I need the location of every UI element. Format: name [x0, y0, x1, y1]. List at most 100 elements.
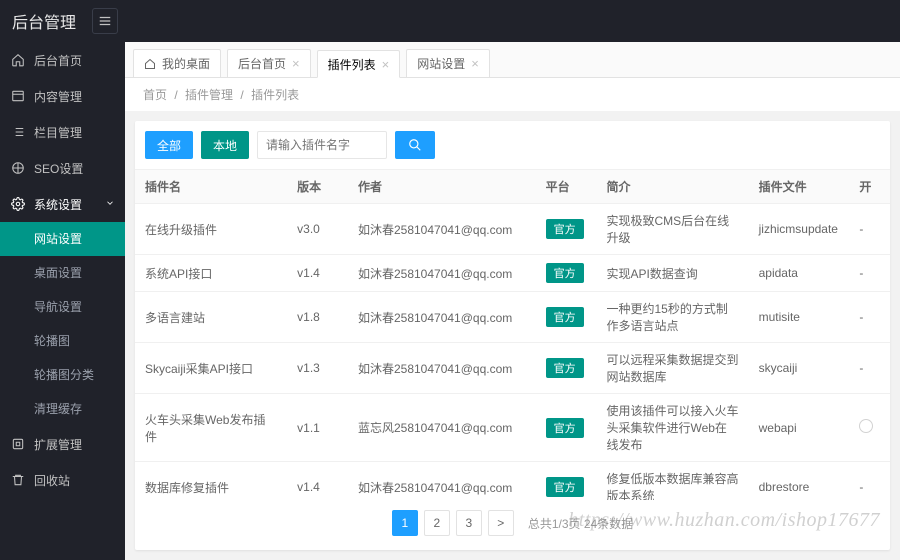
tab-label: 插件列表	[328, 56, 376, 73]
cell-file: skycaiji	[749, 343, 850, 394]
sidebar-subitem[interactable]: 导航设置	[0, 290, 125, 324]
content-panel: 全部 本地 插件名版本作者平台简介插件文件开 在线升级插件v3.0如沐春2581…	[135, 121, 890, 550]
gear-icon	[10, 197, 26, 211]
app-brand: 后台管理	[12, 9, 76, 33]
page-number[interactable]: 1	[392, 510, 418, 536]
sidebar: 后台首页内容管理栏目管理 SEO设置系统设置网站设置桌面设置导航设置轮播图轮播图分…	[0, 42, 125, 560]
sidebar-item-seo[interactable]: SEO设置	[0, 150, 125, 186]
table-row: 数据库修复插件v1.4如沐春2581047041@qq.com官方修复低版本数据…	[135, 462, 890, 501]
cell-author: 如沐春2581047041@qq.com	[348, 204, 536, 255]
sidebar-subitem[interactable]: 清理缓存	[0, 392, 125, 426]
column-header: 平台	[536, 170, 597, 204]
sidebar-item-content[interactable]: 内容管理	[0, 78, 125, 114]
page-next[interactable]: >	[488, 510, 514, 536]
tab[interactable]: 网站设置 ×	[406, 49, 490, 77]
official-badge: 官方	[546, 263, 584, 283]
menu-icon	[98, 14, 112, 28]
cell-name: 多语言建站	[135, 292, 287, 343]
cell-version: v1.4	[287, 255, 348, 292]
table-row: 在线升级插件v3.0如沐春2581047041@qq.com官方实现极致CMS后…	[135, 204, 890, 255]
plugin-search-input[interactable]	[257, 131, 387, 159]
pager-info: 总共1/3页 24条数据	[528, 515, 633, 532]
cell-intro: 修复低版本数据库兼容高版本系统	[596, 462, 748, 501]
main-area: 我的桌面后台首页×插件列表×网站设置× 首页 / 插件管理 / 插件列表 全部 …	[125, 42, 900, 560]
cell-file: apidata	[749, 255, 850, 292]
search-icon	[408, 138, 422, 152]
table-row: 多语言建站v1.8如沐春2581047041@qq.com 官方一种更约15秒的方…	[135, 292, 890, 343]
page-number[interactable]: 2	[424, 510, 450, 536]
tab-close-icon[interactable]: ×	[292, 56, 300, 71]
tab[interactable]: 后台首页 ×	[227, 49, 311, 77]
cell-name: 在线升级插件	[135, 204, 287, 255]
cell-author: 蓝忘风2581047041@qq.com	[348, 394, 536, 462]
top-header: 后台管理	[0, 0, 900, 42]
cell-author: 如沐春2581047041@qq.com	[348, 462, 536, 501]
home-icon	[144, 58, 156, 70]
cell-version: v1.1	[287, 394, 348, 462]
open-dash: -	[859, 266, 863, 280]
chevron-down-icon	[105, 197, 115, 211]
sidebar-item-label: 栏目管理	[34, 124, 82, 141]
sidebar-subitem[interactable]: 桌面设置	[0, 256, 125, 290]
cell-open: -	[849, 204, 890, 255]
sidebar-item-label: 扩展管理	[34, 436, 82, 453]
sidebar-item-bin[interactable]: 回收站	[0, 462, 125, 498]
sidebar-subitem[interactable]: 轮播图分类	[0, 358, 125, 392]
search-button[interactable]	[395, 131, 435, 159]
sidebar-item-ext[interactable]: 扩展管理	[0, 426, 125, 462]
cell-version: v1.3	[287, 343, 348, 394]
sidebar-item-label: 系统设置	[34, 196, 82, 213]
open-dash: -	[859, 480, 863, 494]
sidebar-subitem[interactable]: 轮播图	[0, 324, 125, 358]
sidebar-item-label: 内容管理	[34, 88, 82, 105]
column-header: 简介	[596, 170, 748, 204]
cell-intro: 使用该插件可以接入火车头采集软件进行Web在线发布	[596, 394, 748, 462]
pagination: 123> 总共1/3页 24条数据	[135, 500, 890, 550]
list-icon	[10, 125, 26, 139]
cell-author: 如沐春2581047041@qq.com	[348, 292, 536, 343]
cell-open: -	[849, 255, 890, 292]
sidebar-item-list[interactable]: 栏目管理	[0, 114, 125, 150]
official-badge: 官方	[546, 307, 584, 327]
cell-version: v1.8	[287, 292, 348, 343]
tab-label: 网站设置	[417, 55, 465, 72]
tab-label: 后台首页	[238, 55, 286, 72]
column-header: 插件名	[135, 170, 287, 204]
open-dash: -	[859, 361, 863, 375]
tab-bar: 我的桌面后台首页 × 插件列表 × 网站设置 ×	[125, 42, 900, 78]
filter-local-button[interactable]: 本地	[201, 131, 249, 159]
home-icon	[10, 53, 26, 67]
cell-open: -	[849, 343, 890, 394]
crumb-part: 插件列表	[251, 88, 299, 102]
cell-platform: 官方	[536, 394, 597, 462]
tab-close-icon[interactable]: ×	[382, 57, 390, 72]
sidebar-toggle-button[interactable]	[92, 8, 118, 34]
cell-author: 如沐春2581047041@qq.com	[348, 255, 536, 292]
tab[interactable]: 插件列表 ×	[317, 50, 401, 78]
open-radio[interactable]	[859, 419, 873, 433]
filter-all-button[interactable]: 全部	[145, 131, 193, 159]
toolbar: 全部 本地	[135, 121, 890, 169]
column-header: 版本	[287, 170, 348, 204]
ext-icon	[10, 437, 26, 451]
page-number[interactable]: 3	[456, 510, 482, 536]
column-header: 插件文件	[749, 170, 850, 204]
open-dash: -	[859, 310, 863, 324]
sidebar-item-gear[interactable]: 系统设置	[0, 186, 125, 222]
sidebar-subitem[interactable]: 网站设置	[0, 222, 125, 256]
column-header: 作者	[348, 170, 536, 204]
cell-platform: 官方	[536, 255, 597, 292]
cell-file: mutisite	[749, 292, 850, 343]
official-badge: 官方	[546, 219, 584, 239]
tab-close-icon[interactable]: ×	[471, 56, 479, 71]
bin-icon	[10, 473, 26, 487]
sidebar-item-home[interactable]: 后台首页	[0, 42, 125, 78]
cell-open: -	[849, 292, 890, 343]
crumb-part[interactable]: 首页	[143, 88, 167, 102]
cell-platform: 官方	[536, 462, 597, 501]
crumb-part[interactable]: 插件管理	[185, 88, 233, 102]
tab[interactable]: 我的桌面	[133, 49, 221, 77]
cell-intro: 一种更约15秒的方式制作多语言站点	[596, 292, 748, 343]
open-dash: -	[859, 222, 863, 236]
sidebar-item-label: 后台首页	[34, 52, 82, 69]
